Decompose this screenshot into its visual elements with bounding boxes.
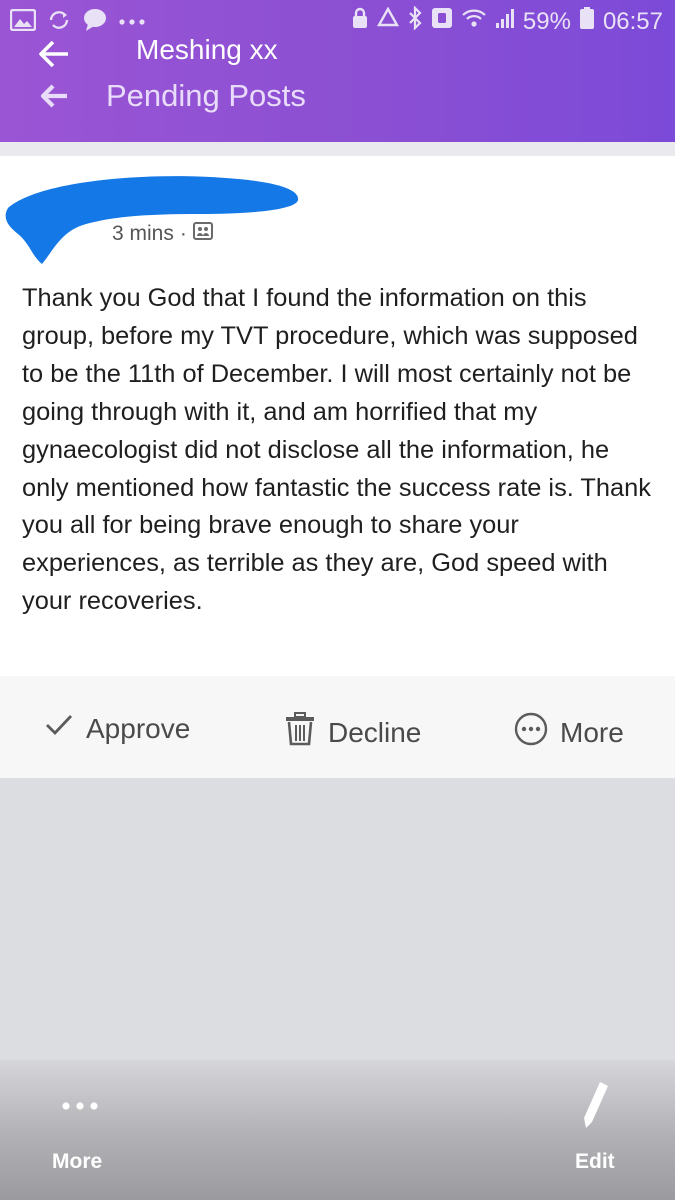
group-audience-icon xyxy=(192,222,213,246)
decline-button[interactable]: Decline xyxy=(284,712,421,753)
chat-icon xyxy=(82,8,108,37)
app-header: 59% 06:57 Meshing xx Pending Posts xyxy=(0,0,675,142)
lock-icon xyxy=(351,6,369,37)
nfc-icon xyxy=(431,7,453,36)
more-label: More xyxy=(560,716,624,748)
wifi-icon xyxy=(461,7,487,36)
back-arrow-icon[interactable] xyxy=(36,78,72,114)
recycle-icon xyxy=(376,6,399,36)
approve-button[interactable]: Approve xyxy=(44,712,190,745)
toolbar-edit-label[interactable]: Edit xyxy=(575,1150,615,1174)
header-divider xyxy=(0,142,675,156)
signal-icon xyxy=(495,7,515,36)
sync-icon xyxy=(46,9,72,36)
clock: 06:57 xyxy=(602,7,663,35)
group-nav-row: Meshing xx xyxy=(0,34,675,74)
more-circle-icon xyxy=(514,712,548,753)
post-body: Thank you God that I found the informati… xyxy=(22,284,651,616)
toolbar-more-label[interactable]: More xyxy=(52,1150,102,1174)
bluetooth-icon xyxy=(407,5,423,37)
more-dots-icon[interactable] xyxy=(60,1094,100,1118)
overflow-dots-icon xyxy=(118,14,146,32)
battery-percentage: 59% xyxy=(522,7,571,35)
post-actions: Approve Decline More xyxy=(0,676,675,778)
page-title: Pending Posts xyxy=(106,78,306,113)
pending-post-card: 3 mins · Thank you God that I found the … xyxy=(0,156,675,676)
bottom-toolbar: More Edit xyxy=(0,1060,675,1200)
meta-separator: · xyxy=(179,222,187,245)
approve-label: Approve xyxy=(86,712,191,744)
pencil-icon[interactable] xyxy=(578,1078,612,1136)
battery-icon xyxy=(579,6,595,37)
pending-nav-row: Pending Posts xyxy=(0,76,675,118)
post-time: 3 mins xyxy=(112,222,174,245)
more-button[interactable]: More xyxy=(514,712,624,753)
decline-label: Decline xyxy=(328,716,422,748)
checkmark-icon xyxy=(44,712,74,745)
redaction-scribble xyxy=(5,176,299,264)
group-name: Meshing xx xyxy=(136,34,278,65)
gallery-icon xyxy=(9,8,37,36)
post-meta: 3 mins · xyxy=(112,222,213,246)
back-arrow-icon[interactable] xyxy=(36,36,72,72)
trash-icon xyxy=(284,712,316,753)
